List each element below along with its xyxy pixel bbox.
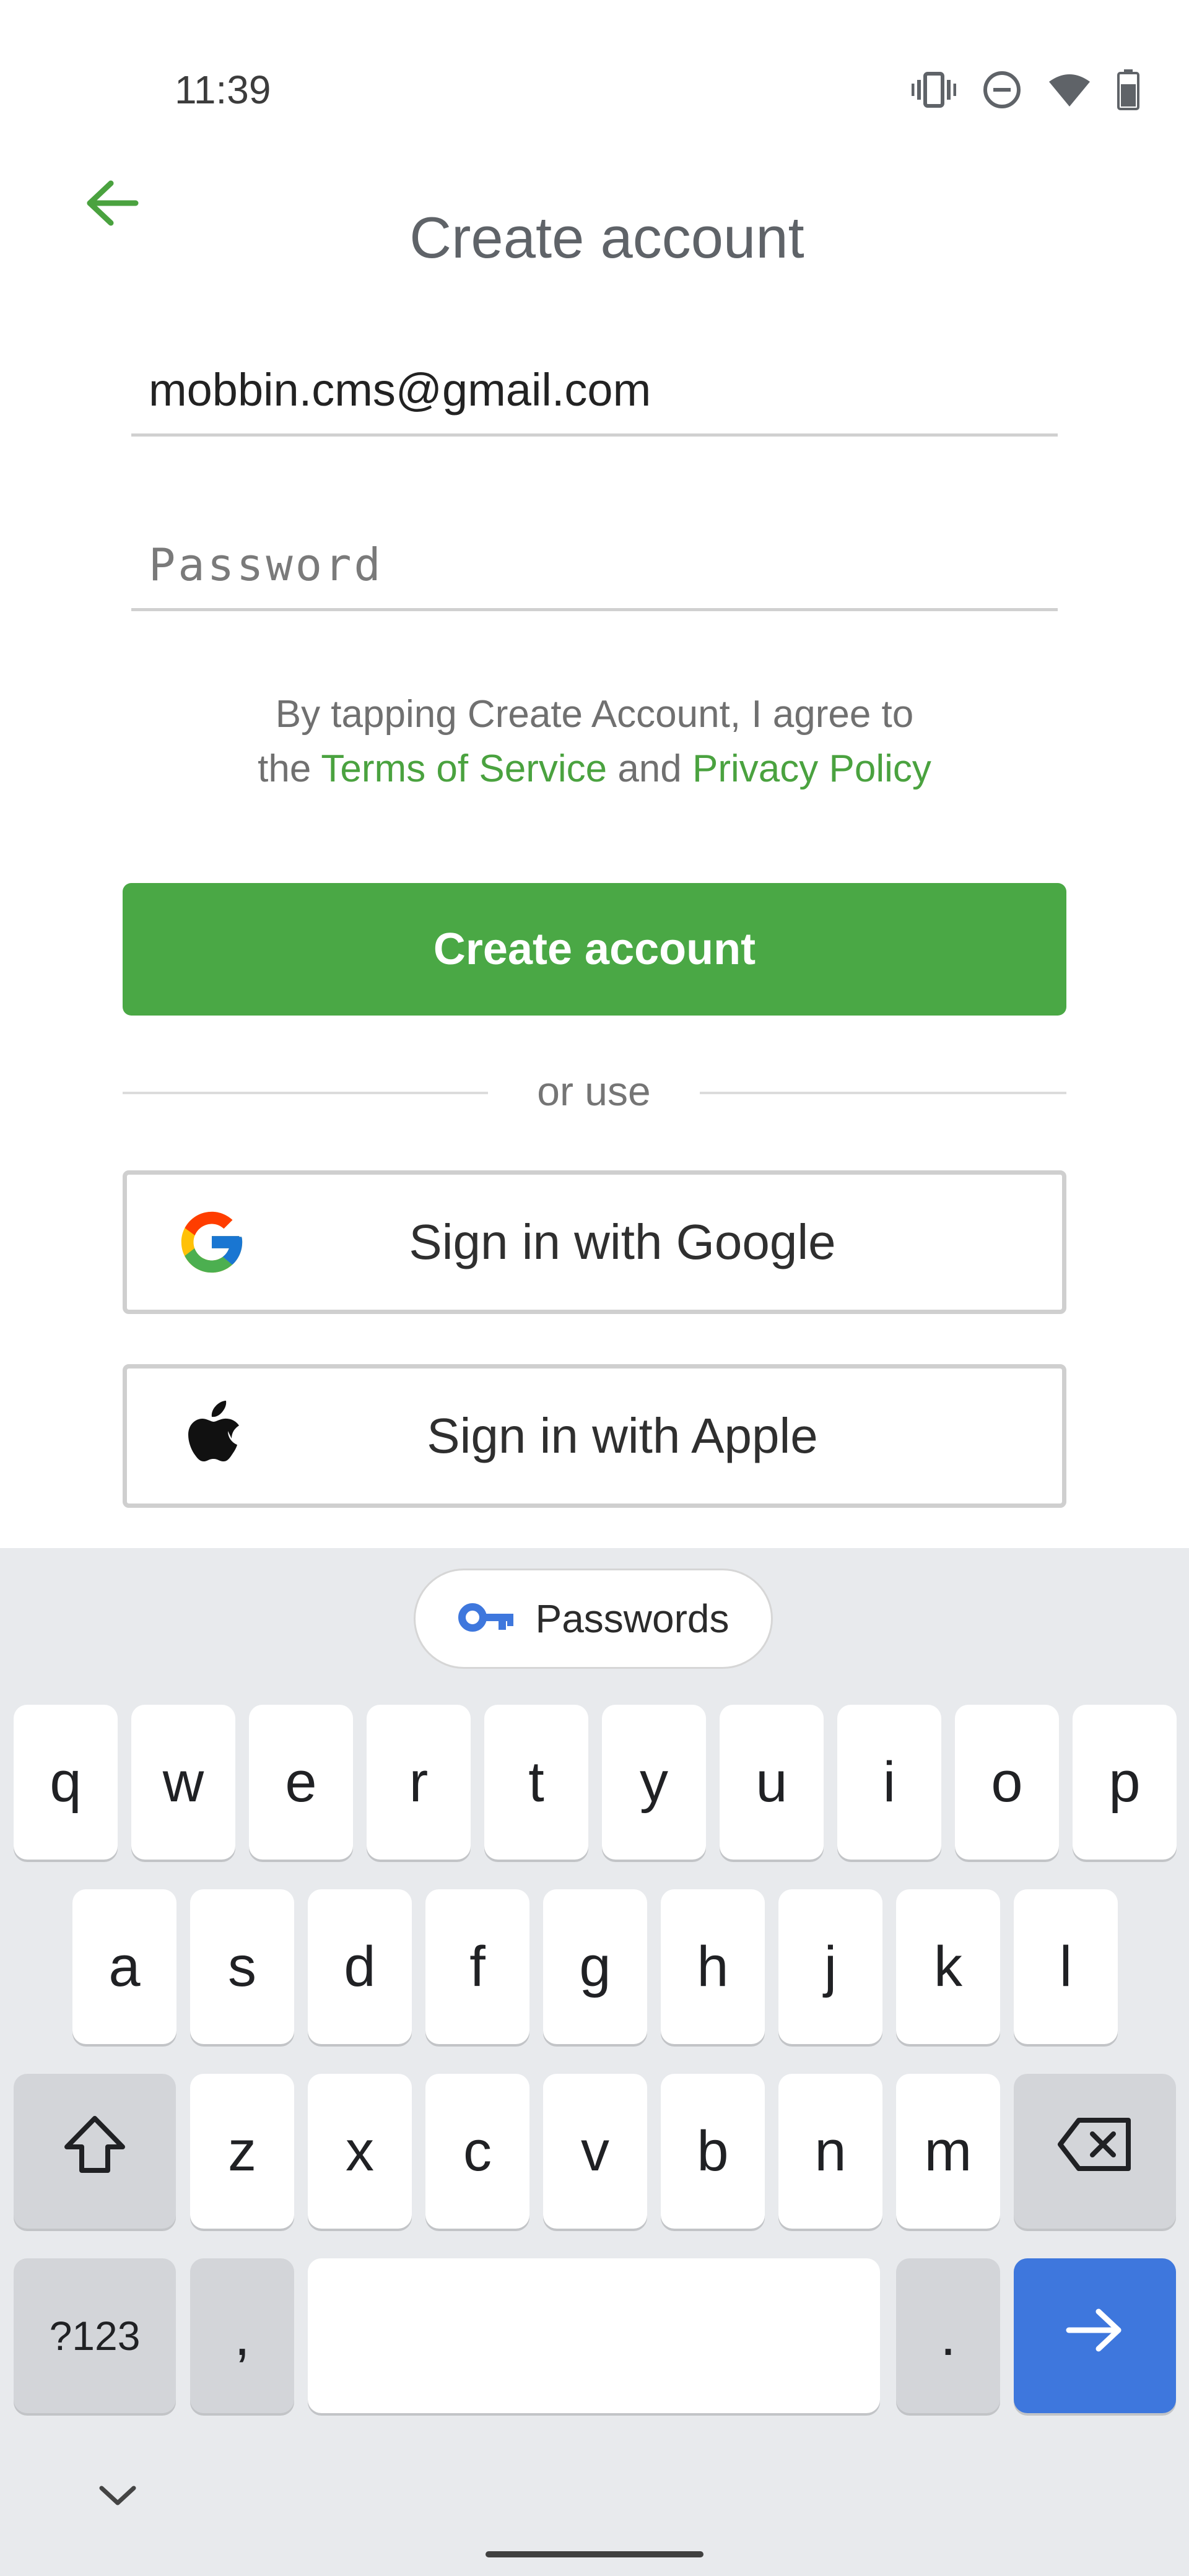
- key-f[interactable]: f: [425, 1889, 529, 2044]
- vibrate-icon: [912, 71, 956, 108]
- key-o[interactable]: o: [955, 1705, 1059, 1860]
- key-r[interactable]: r: [367, 1705, 471, 1860]
- shift-icon: [61, 2113, 129, 2189]
- terms-line-1: By tapping Create Account, I agree to: [275, 693, 914, 736]
- space-key[interactable]: [308, 2258, 880, 2413]
- key-q[interactable]: q: [14, 1705, 118, 1860]
- keyboard-collapse-button[interactable]: [93, 2477, 142, 2517]
- key-l[interactable]: l: [1014, 1889, 1118, 2044]
- arrow-right-icon: [1064, 2304, 1126, 2369]
- key-a[interactable]: a: [72, 1889, 176, 2044]
- key-i[interactable]: i: [837, 1705, 941, 1860]
- page-title: Create account: [409, 205, 804, 270]
- key-s[interactable]: s: [190, 1889, 294, 2044]
- divider-line-left: [123, 1092, 488, 1094]
- email-value: mobbin.cms@gmail.com: [149, 364, 651, 416]
- key-v[interactable]: v: [543, 2074, 647, 2229]
- password-field[interactable]: Password: [131, 521, 1058, 611]
- key-x[interactable]: x: [308, 2074, 412, 2229]
- key-g[interactable]: g: [543, 1889, 647, 2044]
- status-icons: [912, 69, 1139, 110]
- terms-conjunction: and: [617, 747, 682, 790]
- email-field[interactable]: mobbin.cms@gmail.com: [131, 347, 1058, 437]
- password-placeholder: Password: [149, 539, 383, 591]
- enter-key[interactable]: [1014, 2258, 1176, 2413]
- terms-of-service-link[interactable]: Terms of Service: [321, 747, 607, 790]
- terms-text: By tapping Create Account, I agree to th…: [0, 687, 1189, 796]
- key-u[interactable]: u: [720, 1705, 824, 1860]
- do-not-disturb-icon: [982, 70, 1022, 110]
- status-bar: 11:39: [0, 0, 1189, 180]
- key-h[interactable]: h: [661, 1889, 765, 2044]
- shift-key[interactable]: [14, 2074, 176, 2229]
- key-n[interactable]: n: [778, 2074, 882, 2229]
- backspace-key[interactable]: [1014, 2074, 1176, 2229]
- backspace-icon: [1056, 2117, 1133, 2186]
- symbols-key[interactable]: ?123: [14, 2258, 176, 2413]
- key-z[interactable]: z: [190, 2074, 294, 2229]
- privacy-policy-link[interactable]: Privacy Policy: [692, 747, 931, 790]
- key-t[interactable]: t: [484, 1705, 588, 1860]
- key-w[interactable]: w: [131, 1705, 235, 1860]
- google-sign-in-label: Sign in with Google: [409, 1214, 836, 1269]
- create-account-button[interactable]: Create account: [123, 883, 1066, 1016]
- google-sign-in-button[interactable]: Sign in with Google: [123, 1170, 1066, 1314]
- passwords-suggestion-label: Passwords: [535, 1596, 730, 1641]
- key-c[interactable]: c: [425, 2074, 529, 2229]
- key-icon: [458, 1602, 515, 1636]
- divider-text: or use: [537, 1068, 651, 1114]
- apple-sign-in-label: Sign in with Apple: [427, 1408, 818, 1463]
- passwords-suggestion-chip[interactable]: Passwords: [414, 1569, 773, 1669]
- terms-prefix: the: [258, 747, 311, 790]
- comma-key[interactable]: ,: [190, 2258, 294, 2413]
- terms-line-2: the Terms of Service and Privacy Policy: [0, 742, 1189, 796]
- key-e[interactable]: e: [249, 1705, 353, 1860]
- key-m[interactable]: m: [896, 2074, 1000, 2229]
- keyboard: Passwords q w e r t y u i o p a s d f g …: [0, 1548, 1189, 2576]
- period-key[interactable]: .: [896, 2258, 1000, 2413]
- key-j[interactable]: j: [778, 1889, 882, 2044]
- key-b[interactable]: b: [661, 2074, 765, 2229]
- key-y[interactable]: y: [602, 1705, 706, 1860]
- status-time: 11:39: [175, 67, 271, 112]
- navigation-handle[interactable]: [486, 2551, 703, 2557]
- chevron-down-icon: [93, 2486, 142, 2517]
- divider-line-right: [700, 1092, 1066, 1094]
- wifi-icon: [1048, 72, 1091, 108]
- key-d[interactable]: d: [308, 1889, 412, 2044]
- key-k[interactable]: k: [896, 1889, 1000, 2044]
- battery-icon: [1117, 69, 1139, 110]
- key-p[interactable]: p: [1073, 1705, 1177, 1860]
- apple-sign-in-button[interactable]: Sign in with Apple: [123, 1364, 1066, 1508]
